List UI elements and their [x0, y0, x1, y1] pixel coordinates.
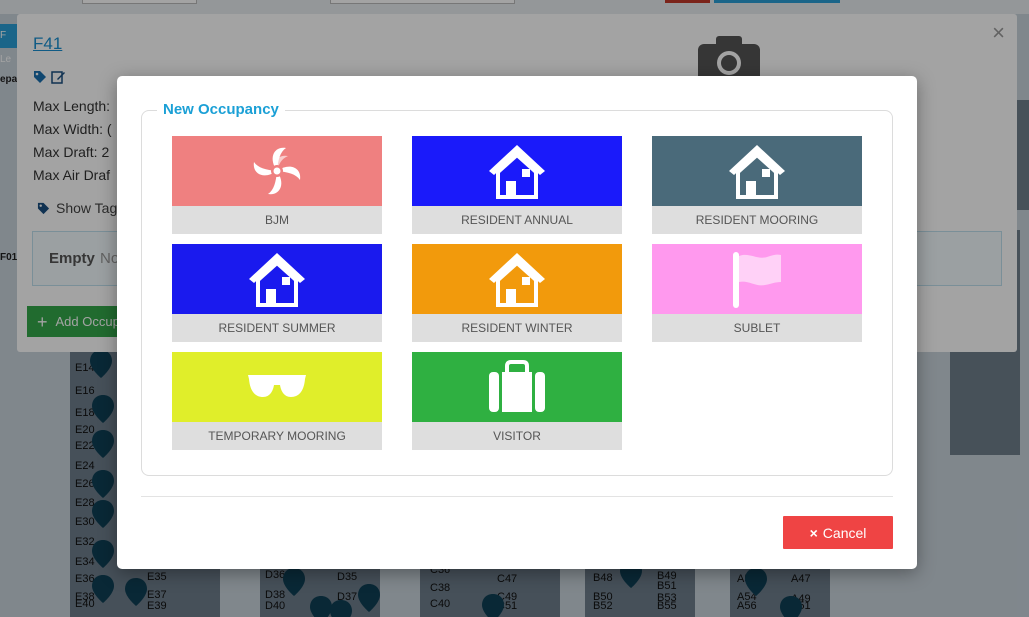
tile-swatch: [172, 244, 382, 314]
modal-legend: New Occupancy: [157, 101, 285, 118]
occupancy-tile-resident-summer[interactable]: RESIDENT SUMMER: [172, 244, 382, 342]
modal-divider: [141, 496, 893, 497]
tile-label: RESIDENT MOORING: [652, 206, 862, 234]
sunglasses-icon: [247, 373, 307, 401]
occupancy-tile-temporary-mooring[interactable]: TEMPORARY MOORING: [172, 352, 382, 450]
occupancy-tile-resident-mooring[interactable]: RESIDENT MOORING: [652, 136, 862, 234]
tile-swatch: [412, 352, 622, 422]
cancel-label: Cancel: [822, 524, 867, 541]
occupancy-tile-bjm[interactable]: BJM: [172, 136, 382, 234]
tile-swatch: [652, 136, 862, 206]
tile-label: RESIDENT SUMMER: [172, 314, 382, 342]
house-icon: [487, 249, 547, 309]
tile-label: RESIDENT ANNUAL: [412, 206, 622, 234]
occupancy-tile-resident-winter[interactable]: RESIDENT WINTER: [412, 244, 622, 342]
suitcase-icon: [487, 360, 547, 414]
occupancy-tile-sublet[interactable]: SUBLET: [652, 244, 862, 342]
tile-swatch: [412, 136, 622, 206]
tile-label: TEMPORARY MOORING: [172, 422, 382, 450]
tile-swatch: [412, 244, 622, 314]
tile-label: RESIDENT WINTER: [412, 314, 622, 342]
tile-swatch: [652, 244, 862, 314]
occupancy-tile-resident-annual[interactable]: RESIDENT ANNUAL: [412, 136, 622, 234]
tile-label: SUBLET: [652, 314, 862, 342]
occupancy-tile-visitor[interactable]: VISITOR: [412, 352, 622, 450]
house-icon: [247, 249, 307, 309]
new-occupancy-modal: New Occupancy BJM RESIDENT ANNUAL RESIDENT…: [117, 76, 917, 569]
cancel-button[interactable]: × Cancel: [783, 516, 893, 549]
house-icon: [727, 141, 787, 201]
tile-swatch: [172, 136, 382, 206]
flag-icon: [731, 250, 783, 308]
tile-label: BJM: [172, 206, 382, 234]
tile-label: VISITOR: [412, 422, 622, 450]
fan-icon: [248, 142, 306, 200]
house-icon: [487, 141, 547, 201]
close-icon: ×: [809, 524, 818, 541]
tile-swatch: [172, 352, 382, 422]
